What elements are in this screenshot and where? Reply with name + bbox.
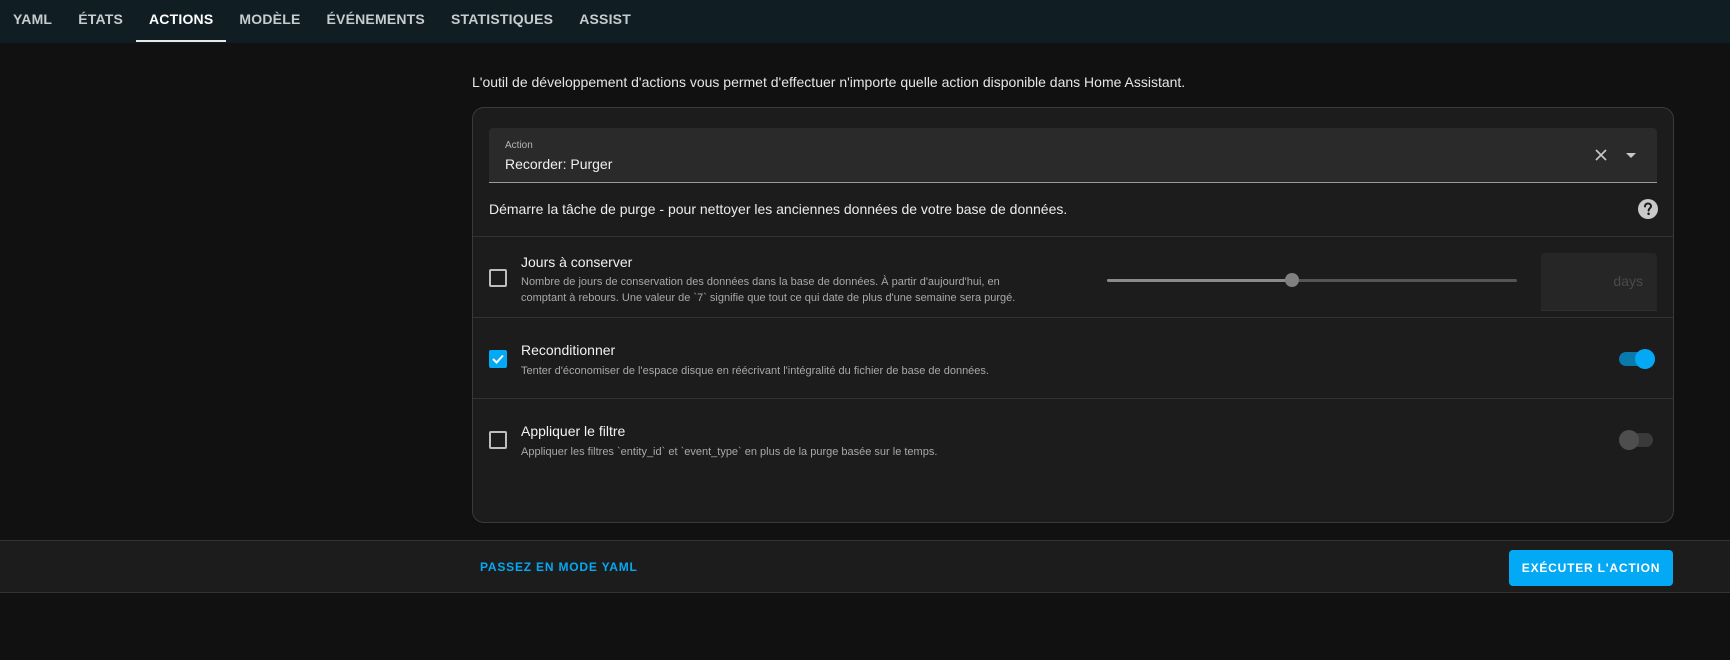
field-row-apply-filter: Appliquer le filtre Appliquer les filtre… [473,399,1673,479]
slider-fill [1107,279,1292,282]
action-description: Démarre la tâche de purge - pour nettoye… [489,201,1068,217]
intro-text: L'outil de développement d'actions vous … [472,74,1186,90]
tab-yaml[interactable]: YAML [0,0,65,37]
tab-etats[interactable]: ÉTATS [65,0,136,37]
tab-actions[interactable]: ACTIONS [136,0,227,42]
repack-title: Reconditionner [521,342,616,358]
apply-filter-checkbox[interactable] [489,431,507,449]
tab-evenements[interactable]: ÉVÉNEMENTS [314,0,438,37]
run-action-button[interactable]: EXÉCUTER L'ACTION [1509,550,1673,586]
action-select-value: Recorder: Purger [505,156,613,172]
repack-description: Tenter d'économiser de l'espace disque e… [521,365,989,377]
action-select[interactable]: Action Recorder: Purger [489,128,1657,183]
toggle-knob [1635,349,1655,369]
keep-days-description-line1: Nombre de jours de conservation des donn… [521,276,1000,288]
slider-thumb[interactable] [1284,273,1299,287]
repack-checkbox[interactable] [489,350,507,368]
top-tab-bar: YAML ÉTATS ACTIONS MODÈLE ÉVÉNEMENTS STA… [0,0,1730,43]
keep-days-checkbox[interactable] [489,269,507,287]
tab-statistiques[interactable]: STATISTIQUES [438,0,566,37]
keep-days-input[interactable]: days [1541,253,1657,311]
action-card: Action Recorder: Purger Démarre la tâche… [472,107,1674,523]
days-unit-label: days [1613,273,1643,289]
help-circle-icon[interactable] [1637,198,1659,220]
repack-toggle[interactable] [1619,349,1655,369]
tab-assist[interactable]: ASSIST [566,0,644,37]
apply-filter-toggle[interactable] [1619,430,1655,450]
keep-days-slider[interactable] [1107,273,1517,287]
apply-filter-description: Appliquer les filtres `entity_id` et `ev… [521,446,938,458]
keep-days-title: Jours à conserver [521,254,633,270]
apply-filter-title: Appliquer le filtre [521,423,626,439]
toggle-knob [1619,430,1639,450]
close-icon[interactable] [1593,147,1609,163]
switch-to-yaml-link[interactable]: PASSEZ EN MODE YAML [480,560,638,574]
tab-modele[interactable]: MODÈLE [226,0,313,37]
action-select-label: Action [505,140,533,151]
field-row-keep-days: Jours à conserver Nombre de jours de con… [473,237,1673,317]
footer-bar: PASSEZ EN MODE YAML EXÉCUTER L'ACTION [0,540,1730,593]
keep-days-description: Nombre de jours de conservation des donn… [521,274,1015,306]
chevron-down-icon[interactable] [1623,147,1639,163]
field-row-repack: Reconditionner Tenter d'économiser de l'… [473,318,1673,398]
keep-days-description-line2: comptant à rebours. Une valeur de `7` si… [521,292,1016,304]
